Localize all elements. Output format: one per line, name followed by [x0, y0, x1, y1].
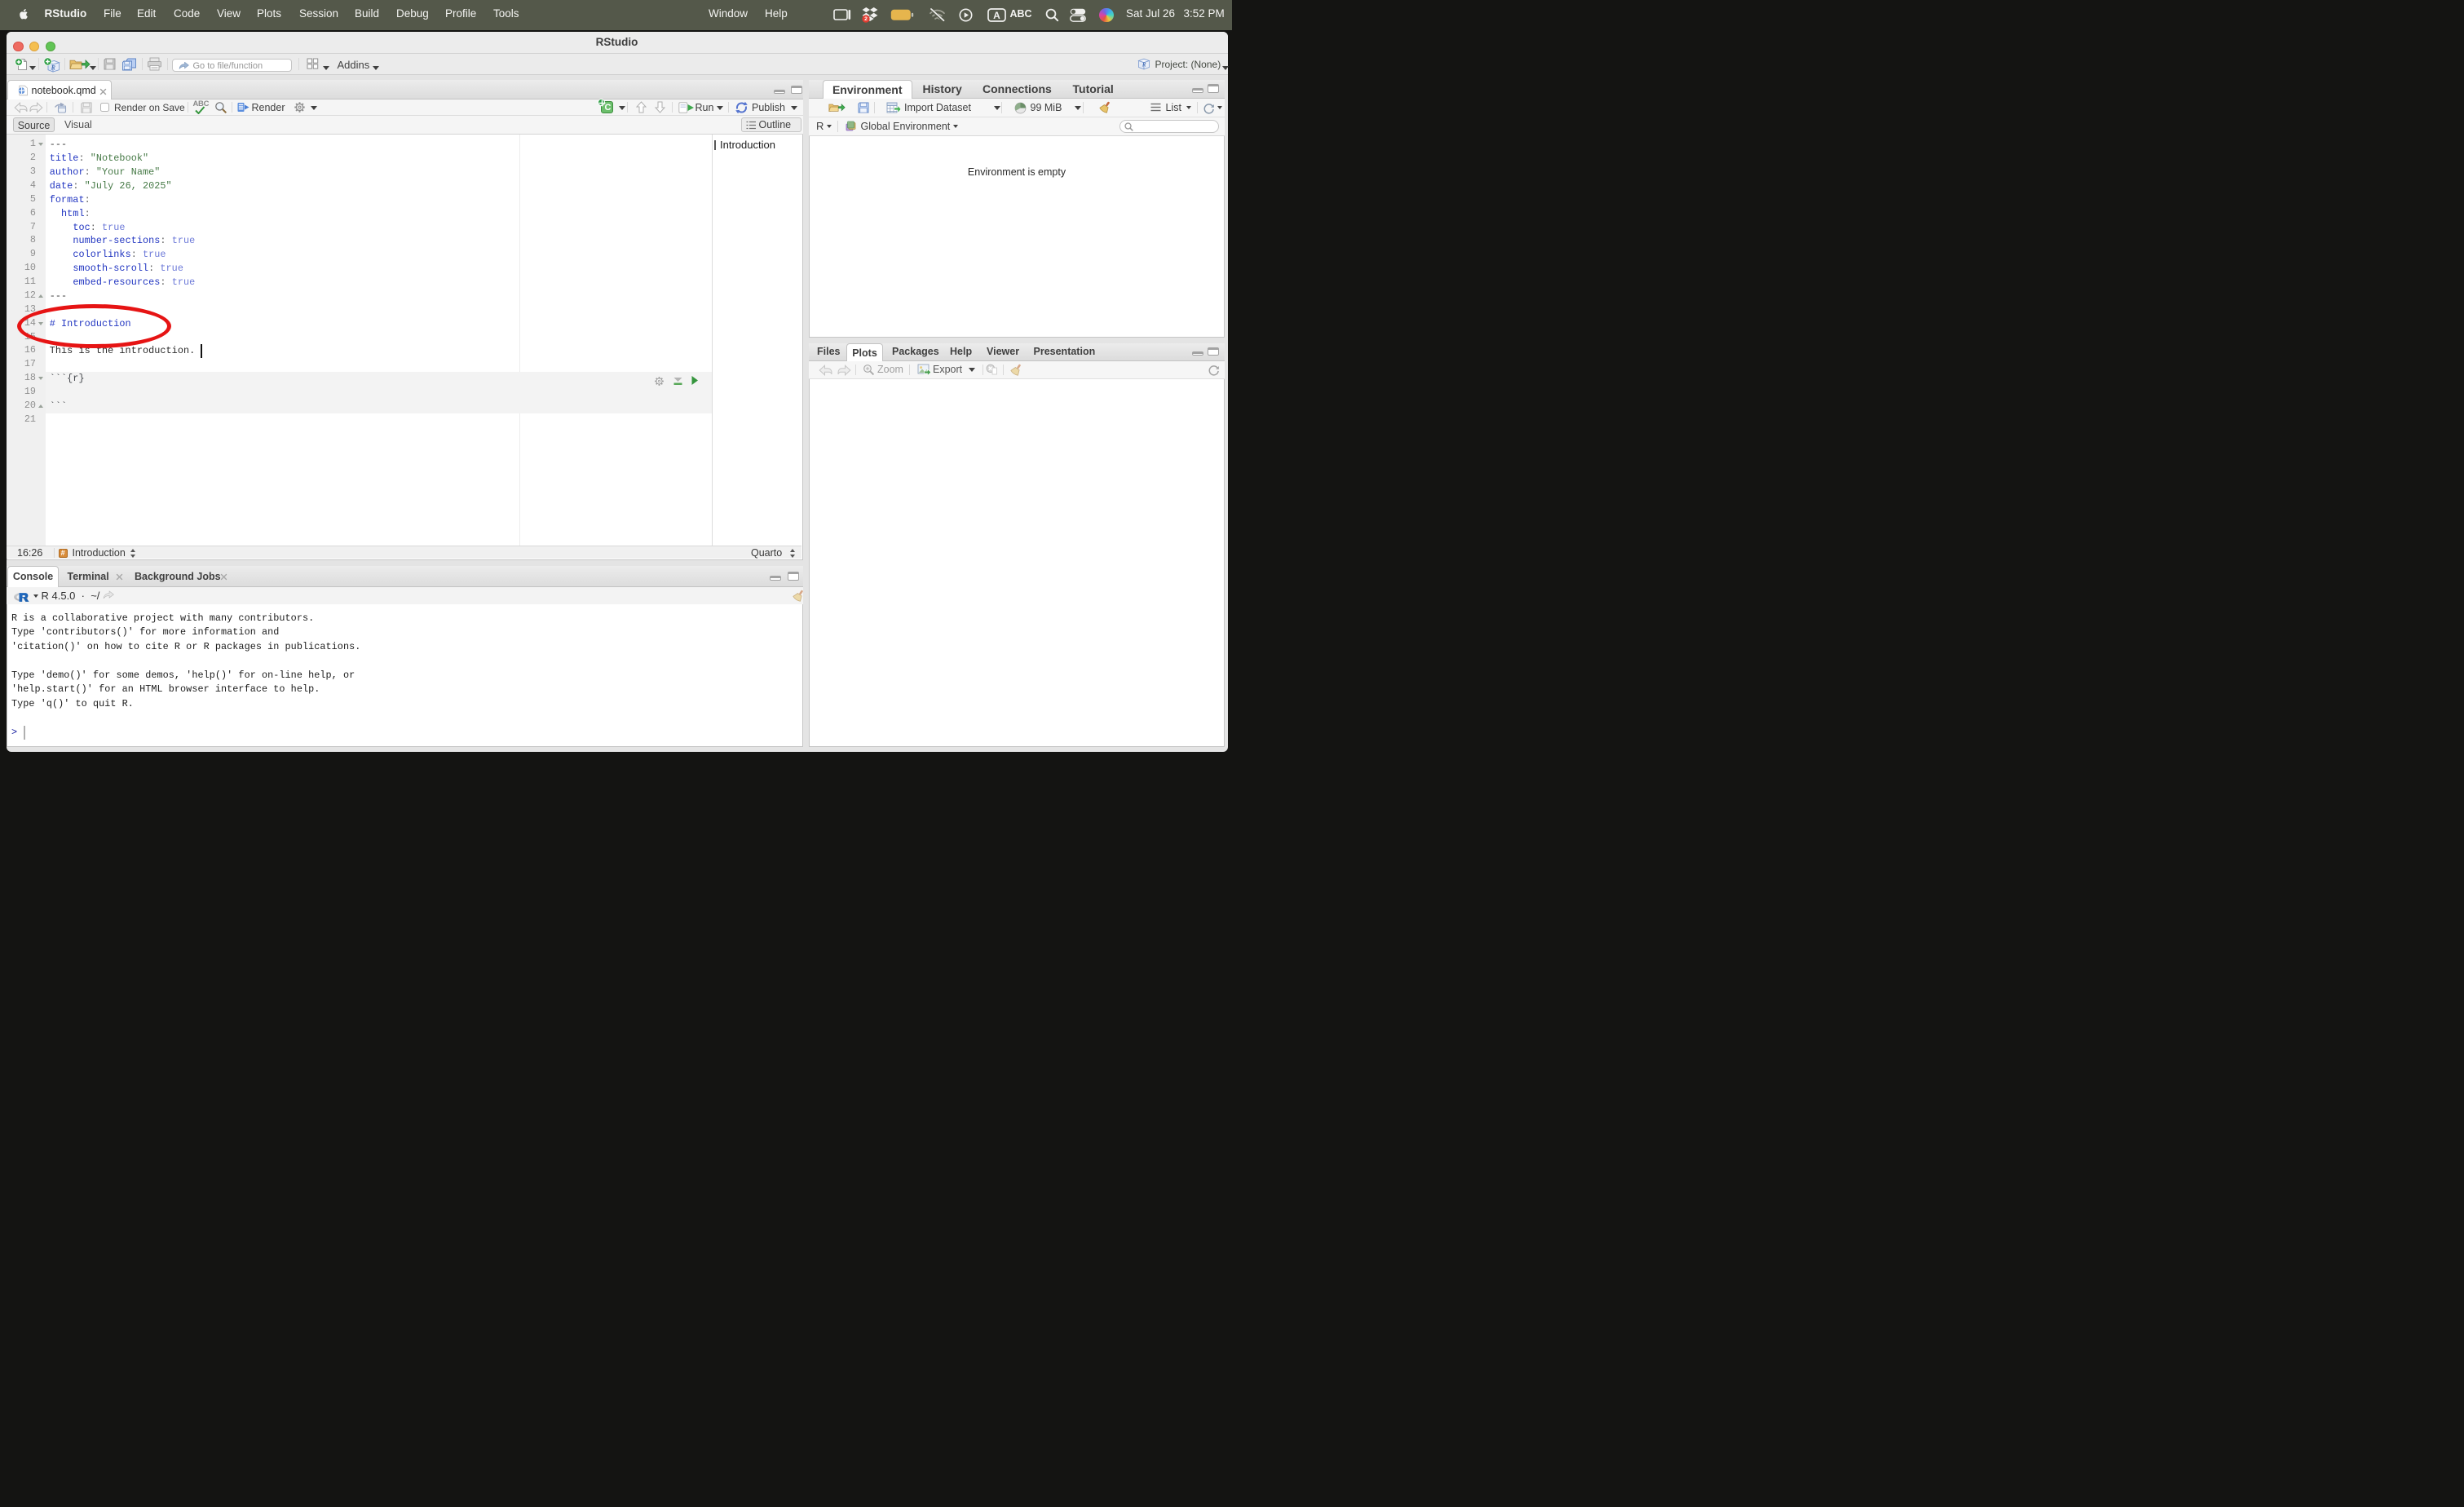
svg-text:A: A: [993, 10, 1000, 21]
svg-text:2: 2: [864, 16, 868, 22]
svg-text:R: R: [50, 63, 55, 71]
svg-text:R: R: [1141, 60, 1146, 68]
